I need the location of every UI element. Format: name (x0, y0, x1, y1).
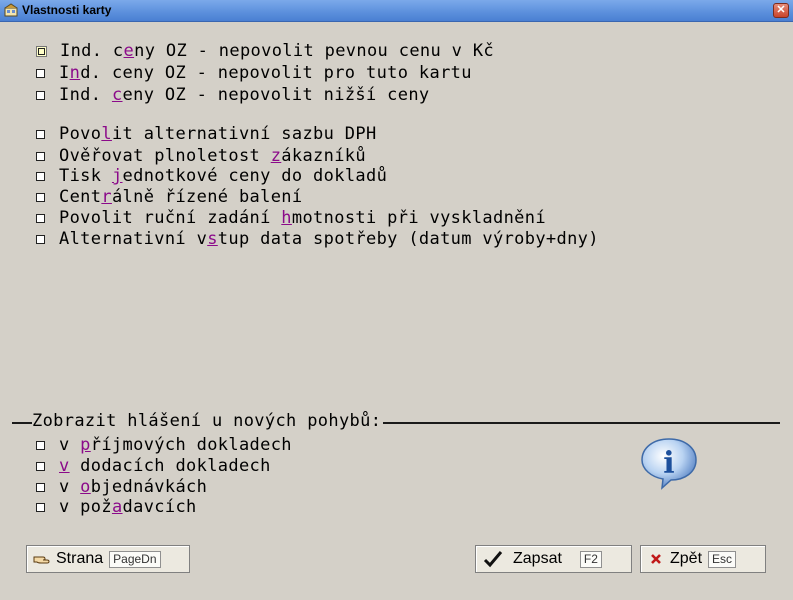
option-label-pre: Cent (59, 187, 102, 207)
title-bar: Vlastnosti karty ✕ (0, 0, 793, 22)
option-label-post: eny OZ - nepovolit nižší ceny (122, 85, 430, 105)
back-button[interactable]: Zpět Esc (640, 545, 766, 573)
option-ind-ceny-pevnou-cenu[interactable]: Ind. c e ny OZ - nepovolit pevnou cenu v K… (36, 41, 494, 61)
option-label-pre: Povo (59, 124, 102, 144)
checkbox[interactable] (36, 171, 45, 181)
option-label-pre: v (59, 435, 81, 455)
f2-key-badge: F2 (579, 550, 602, 568)
option-tisk-jednotkove-ceny[interactable]: Tisk j ednotkové ceny do dokladů (36, 166, 387, 186)
option-alternativni-dph[interactable]: Povo l it alternativní sazbu DPH (36, 124, 377, 144)
option-label-post: dodacích dokladech (69, 456, 271, 476)
option-alternativni-vstup-data[interactable]: Alternativní v s tup data spotřeby (datum … (36, 229, 599, 249)
notify-groupbox: Zobrazit hlášení u nových pohybů: (12, 411, 780, 431)
hotkey-letter: v (59, 456, 70, 476)
hotkey-letter: r (101, 187, 112, 207)
close-button[interactable]: ✕ (773, 3, 789, 18)
page-down-button[interactable]: Strana PageDn (26, 545, 190, 573)
hotkey-letter: z (270, 146, 282, 166)
checkbox[interactable] (36, 482, 45, 492)
option-label-pre: Ind. c (60, 41, 124, 61)
option-label-pre: Alternativní v (59, 229, 208, 249)
hotkey-letter: j (111, 166, 123, 186)
option-label-pre: Povolit ruční zadání (59, 208, 282, 228)
option-label-post: ny OZ - nepovolit pevnou cenu v Kč (134, 41, 494, 61)
option-prijmove-doklady[interactable]: v p říjmových dokladech (36, 435, 292, 455)
groupbox-label: Zobrazit hlášení u nových pohybů: (32, 411, 384, 431)
save-button[interactable]: Zapsat F2 (475, 545, 632, 573)
checkbox[interactable] (36, 234, 45, 244)
option-label-post: davcích (122, 497, 197, 517)
option-label-post: it alternativní sazbu DPH (111, 124, 377, 144)
option-label-pre: v pož (59, 497, 112, 517)
info-bubble-icon: i (641, 438, 697, 490)
option-label-pre: Tisk (59, 166, 112, 186)
checkbox[interactable] (36, 90, 45, 100)
info-glyph: i (663, 446, 674, 481)
option-label-pre: I (59, 63, 70, 83)
checkbox[interactable] (36, 192, 45, 202)
option-label-post: ednotkové ceny do dokladů (122, 166, 388, 186)
option-dodaci-doklady[interactable]: v dodacích dokladech (36, 456, 271, 476)
checkbox[interactable] (36, 45, 47, 57)
option-ind-ceny-nizsi[interactable]: Ind. c eny OZ - nepovolit nižší ceny (36, 85, 430, 105)
option-objednavky[interactable]: v o bjednávkách (36, 477, 207, 497)
option-label-post: álně řízené balení (111, 187, 303, 207)
hotkey-letter: a (111, 497, 123, 517)
option-plnoletost[interactable]: Ověřovat plnoletost z ákazníků (36, 146, 366, 166)
option-label-pre: v (59, 477, 81, 497)
option-centralne-rizene-baleni[interactable]: Cent r álně řízené balení (36, 187, 302, 207)
cross-icon (651, 554, 661, 564)
checkbox[interactable] (36, 440, 45, 450)
hotkey-letter: s (207, 229, 218, 249)
hotkey-letter: n (69, 63, 81, 83)
option-label-post: tup data spotřeby (datum výroby+dny) (217, 229, 599, 249)
hotkey-letter: p (80, 435, 91, 455)
hotkey-letter: h (281, 208, 292, 228)
checkmark-icon (483, 551, 503, 568)
option-label-post: říjmových dokladech (90, 435, 292, 455)
close-icon: ✕ (776, 4, 786, 16)
hotkey-letter: l (101, 124, 112, 144)
option-label-post: d. ceny OZ - nepovolit pro tuto kartu (80, 63, 472, 83)
checkbox[interactable] (36, 129, 45, 139)
checkbox[interactable] (36, 151, 45, 161)
option-label-pre: Ind. (59, 85, 112, 105)
option-label-post: motnosti při vyskladnění (291, 208, 546, 228)
window-title: Vlastnosti karty (22, 3, 112, 17)
hand-pointer-icon (33, 556, 50, 564)
page-button-label: Strana (56, 550, 104, 567)
checkbox[interactable] (36, 502, 45, 512)
hotkey-letter: e (123, 41, 135, 61)
checkbox[interactable] (36, 68, 45, 78)
hotkey-letter: c (111, 85, 123, 105)
option-ind-ceny-tuto-kartu[interactable]: In d. ceny OZ - nepovolit pro tuto kartu (36, 63, 472, 83)
checkbox[interactable] (36, 461, 45, 471)
pagedn-key-badge: PageDn (109, 550, 161, 568)
back-button-label: Zpět (670, 550, 703, 567)
option-pozadavky[interactable]: v pož a davcích (36, 497, 197, 517)
option-label-post: ákazníků (281, 146, 366, 166)
hotkey-letter: o (80, 477, 91, 497)
checkbox[interactable] (36, 213, 45, 223)
save-button-label: Zapsat (513, 550, 562, 567)
option-label-pre: Ověřovat plnoletost (59, 146, 271, 166)
option-label-post: bjednávkách (90, 477, 208, 497)
window-app-icon (4, 3, 18, 17)
option-rucni-zadani-hmotnosti[interactable]: Povolit ruční zadání h motnosti při vyskl… (36, 208, 546, 228)
esc-key-badge: Esc (708, 550, 737, 568)
